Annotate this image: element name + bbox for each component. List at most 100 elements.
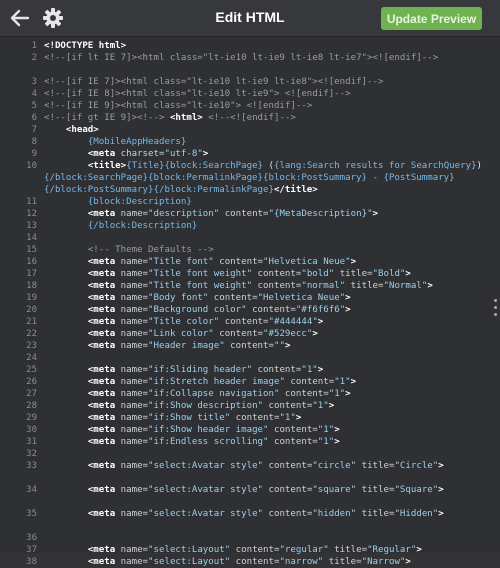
code-token: name= (115, 269, 149, 279)
code-token: name= (115, 545, 149, 555)
code-token: {block:Description} (87, 197, 192, 207)
line-number: 6 (31, 113, 37, 123)
line-number: 11 (26, 197, 37, 207)
code-line: <meta name="select:Avatar style" content… (44, 484, 484, 496)
code-token: "1" (334, 377, 351, 387)
code-line: <!--[if gt IE 9]><!--> <html> <!--<![end… (44, 112, 484, 124)
code-editor[interactable]: 1 2 3 4 5 6 7 8 9 10 11 12 13 14 15 16 17 18 19 20 21 22 23 24 2… (0, 37, 500, 567)
code-token: ) (476, 161, 483, 171)
code-token: <!-- Theme Defaults --> (87, 245, 214, 255)
code-token: {/block:Description} (87, 221, 198, 231)
code-token: "Square" (394, 485, 439, 495)
code-token: content= (268, 437, 318, 447)
line-number: 35 (26, 509, 37, 519)
code-token: content= (279, 389, 329, 399)
line-number: 30 (26, 425, 37, 435)
line-number: 2 (31, 53, 37, 63)
code-token: <meta (87, 413, 116, 423)
line-number: 33 (26, 461, 37, 471)
code-line: <meta name="if:Endless scrolling" conten… (44, 436, 484, 448)
code-token: title= (345, 281, 384, 291)
code-token: <meta (87, 281, 116, 291)
code-token: content= (263, 485, 313, 495)
code-token: > (405, 557, 411, 567)
code-token: "select:Avatar style" (148, 509, 264, 519)
code-token: content= (284, 377, 335, 387)
code-token: content= (263, 509, 313, 519)
code-token: "if:Stretch header image" (148, 377, 285, 387)
code-token: content= (208, 293, 258, 303)
code-token: > (438, 461, 444, 471)
code-line: <!--[if IE 7]><html class="lt-ie10 lt-ie… (44, 76, 484, 88)
code-line: <meta name="Link color" content="#529ecc… (44, 328, 484, 340)
code-line: <meta name="select:Layout" content="narr… (44, 556, 484, 568)
code-token: content= (246, 305, 296, 315)
code-token: content= (252, 269, 302, 279)
code-token: > (202, 149, 209, 159)
code-token: <meta (87, 389, 116, 399)
code-token: > (345, 305, 351, 315)
code-token: "Body font" (148, 293, 209, 303)
code-token: > (416, 545, 422, 555)
code-line: <meta name="Background color" content="#… (44, 304, 484, 316)
code-token: name= (115, 317, 149, 327)
code-token: title= (356, 461, 395, 471)
code-line: <title>{Title}{block:SearchPage} ({lang:… (44, 160, 484, 196)
code-line: <meta name="if:Show header image" conten… (44, 424, 484, 436)
code-token: <meta (87, 365, 116, 375)
code-token: charset= (115, 149, 165, 159)
code-token: "#444444" (268, 317, 318, 327)
code-token: content= (213, 257, 264, 267)
code-line: <meta name="select:Avatar style" content… (44, 508, 484, 520)
code-token: <meta (87, 401, 116, 411)
code-token: <html> (169, 113, 203, 123)
code-token: content= (263, 401, 313, 411)
code-token: "Title color" (148, 317, 220, 327)
code-line: {block:Description} (44, 196, 484, 208)
code-token: "Link color" (148, 329, 214, 339)
code-token: "Background color" (148, 305, 247, 315)
code-token: <meta (87, 437, 116, 447)
more-icon[interactable] (494, 299, 497, 329)
code-token: "1" (312, 401, 329, 411)
code-line: <meta name="select:Avatar style" content… (44, 460, 484, 472)
code-line: <meta name="Title font weight" content="… (44, 280, 484, 292)
code-line: <meta name="Body font" content="Helvetic… (44, 292, 484, 304)
code-token: "utf-8" (164, 149, 203, 159)
line-number: 18 (26, 281, 37, 291)
line-number: 14 (26, 233, 37, 243)
code-token: title= (334, 269, 373, 279)
code-token: > (438, 509, 444, 519)
line-number: 22 (26, 329, 37, 339)
code-token: <!--[if IE 9]><html class="lt-ie10"> <![… (44, 101, 313, 111)
line-number: 15 (26, 245, 37, 255)
code-token: <meta (87, 209, 116, 219)
code-token: "Title font weight" (148, 269, 253, 279)
code-token: <meta (87, 509, 116, 519)
code-line: <!--[if IE 8]><html class="lt-ie10 lt-ie… (44, 88, 484, 100)
code-token: content= (252, 365, 302, 375)
code-token: <meta (87, 149, 116, 159)
code-token: <!--<![endif]--> (202, 113, 296, 123)
line-number: 36 (26, 533, 37, 543)
update-preview-button[interactable]: Update Preview (381, 7, 482, 30)
code-token: > (284, 341, 291, 351)
code-token: "description" (148, 209, 220, 219)
code-token: name= (115, 461, 149, 471)
line-number: 34 (26, 485, 37, 495)
code-token: <!--[if IE 8]><html class="lt-ie10 lt-ie… (44, 89, 351, 99)
code-token: > (345, 389, 351, 399)
code-token: title= (328, 545, 368, 555)
code-line: <head> (44, 124, 484, 136)
code-token: > (334, 437, 340, 447)
code-token: name= (115, 305, 149, 315)
line-number: 38 (26, 557, 37, 567)
